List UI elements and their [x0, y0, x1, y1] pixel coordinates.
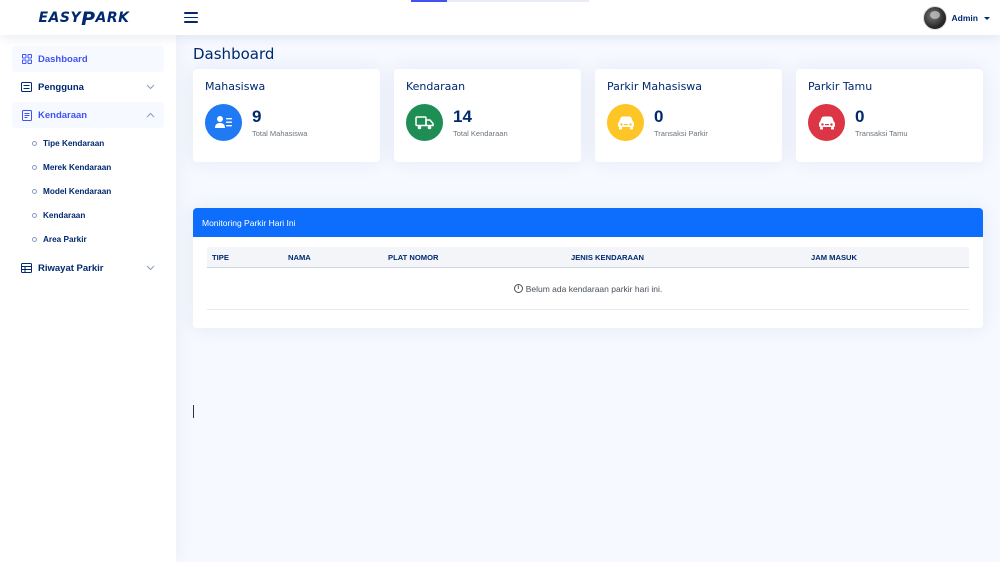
card-title: Parkir Tamu	[808, 80, 873, 93]
car-front-icon	[808, 104, 845, 141]
profile-dropdown[interactable]: Admin	[922, 6, 990, 30]
stat-cards: Mahasiswa 9 Total Mahasiswa Kendaraan 14	[193, 69, 983, 162]
sidebar-item-label: Kendaraan	[38, 109, 88, 121]
sidebar-item-dashboard[interactable]: Dashboard	[12, 46, 164, 72]
card-value: 0	[654, 106, 664, 126]
kendaraan-submenu: Tipe Kendaraan Merek Kendaraan Model Ken…	[12, 131, 164, 251]
panel-header: Monitoring Parkir Hari Ini	[193, 208, 983, 237]
logo[interactable]: EASY P ARK	[0, 7, 176, 30]
monitoring-panel: Monitoring Parkir Hari Ini TIPE NAMA PLA…	[193, 208, 983, 328]
text-cursor	[193, 405, 194, 418]
submenu-item-label: Kendaraan	[43, 210, 86, 220]
logo-text-right: ARK	[95, 9, 130, 26]
card-parkir-mahasiswa: Parkir Mahasiswa 0 Transaksi Parkir	[595, 69, 782, 162]
column-header-plat-nomor[interactable]: PLAT NOMOR	[383, 253, 566, 262]
card-value: 14	[453, 106, 472, 126]
circle-icon	[32, 140, 37, 146]
card-value: 9	[252, 106, 262, 126]
sidebar-item-label: Pengguna	[38, 81, 84, 93]
monitoring-table: TIPE NAMA PLAT NOMOR JENIS KENDARAAN JAM…	[207, 247, 969, 310]
sidebar-item-kendaraan[interactable]: Kendaraan	[12, 102, 164, 128]
page-title: Dashboard	[193, 45, 275, 63]
card-subtitle: Transaksi Parkir	[654, 128, 708, 138]
sidebar: Dashboard Pengguna Kendaraan Tipe Kendar…	[0, 35, 176, 562]
submenu-item-label: Merek Kendaraan	[43, 162, 112, 172]
grid-icon	[21, 54, 32, 65]
submenu-item-merek-kendaraan[interactable]: Merek Kendaraan	[32, 155, 164, 179]
panel-title: Monitoring Parkir Hari Ini	[202, 217, 296, 228]
card-mahasiswa: Mahasiswa 9 Total Mahasiswa	[193, 69, 380, 162]
logo-text-left: EASY	[38, 9, 82, 26]
circle-icon	[32, 188, 37, 194]
main-content: Dashboard Mahasiswa 9 Total Mahasiswa Ke…	[176, 35, 1000, 562]
profile-name: Admin	[951, 13, 978, 23]
table-empty-row: i Belum ada kendaraan parkir hari ini.	[207, 268, 969, 310]
people-list-icon	[205, 104, 242, 141]
card-subtitle: Total Kendaraan	[453, 128, 508, 138]
card-title: Parkir Mahasiswa	[607, 80, 703, 93]
menu-button-icon	[21, 82, 32, 93]
sidebar-item-label: Dashboard	[38, 53, 88, 65]
toggle-sidebar-icon[interactable]	[184, 12, 198, 23]
chevron-down-icon	[145, 82, 155, 92]
truck-icon	[406, 104, 443, 141]
sidebar-item-riwayat-parkir[interactable]: Riwayat Parkir	[12, 255, 164, 281]
card-parkir-tamu: Parkir Tamu 0 Transaksi Tamu	[796, 69, 983, 162]
info-circle-icon: i	[513, 284, 523, 293]
chevron-up-icon	[145, 110, 155, 120]
loading-bar	[411, 0, 589, 2]
submenu-item-label: Tipe Kendaraan	[43, 138, 105, 148]
journal-icon	[21, 109, 32, 121]
empty-message: Belum ada kendaraan parkir hari ini.	[525, 283, 663, 294]
submenu-item-tipe-kendaraan[interactable]: Tipe Kendaraan	[32, 131, 164, 155]
top-header: EASY P ARK Admin	[0, 0, 1000, 35]
car-front-icon	[607, 104, 644, 141]
card-title: Mahasiswa	[205, 80, 266, 93]
card-title: Kendaraan	[406, 80, 466, 93]
card-subtitle: Transaksi Tamu	[855, 128, 908, 138]
column-header-jenis-kendaraan[interactable]: JENIS KENDARAAN	[566, 253, 806, 262]
logo-p-letter: P	[81, 7, 96, 30]
sidebar-item-pengguna[interactable]: Pengguna	[12, 74, 164, 100]
column-header-nama[interactable]: NAMA	[283, 253, 383, 262]
submenu-item-model-kendaraan[interactable]: Model Kendaraan	[32, 179, 164, 203]
sidebar-item-label: Riwayat Parkir	[38, 262, 104, 274]
circle-icon	[32, 236, 37, 242]
chevron-down-icon	[145, 263, 155, 273]
card-kendaraan: Kendaraan 14 Total Kendaraan	[394, 69, 581, 162]
table-header: TIPE NAMA PLAT NOMOR JENIS KENDARAAN JAM…	[207, 247, 969, 268]
column-header-jam-masuk[interactable]: JAM MASUK	[806, 253, 969, 262]
submenu-item-area-parkir[interactable]: Area Parkir	[32, 227, 164, 251]
caret-down-icon	[984, 16, 990, 20]
circle-icon	[32, 164, 37, 170]
submenu-item-kendaraan[interactable]: Kendaraan	[32, 203, 164, 227]
column-header-tipe[interactable]: TIPE	[207, 253, 283, 262]
submenu-item-label: Model Kendaraan	[43, 186, 112, 196]
card-value: 0	[855, 106, 865, 126]
circle-icon	[32, 212, 37, 218]
card-subtitle: Total Mahasiswa	[252, 128, 308, 138]
table-icon	[21, 263, 32, 274]
avatar	[922, 6, 947, 30]
submenu-item-label: Area Parkir	[43, 234, 87, 244]
